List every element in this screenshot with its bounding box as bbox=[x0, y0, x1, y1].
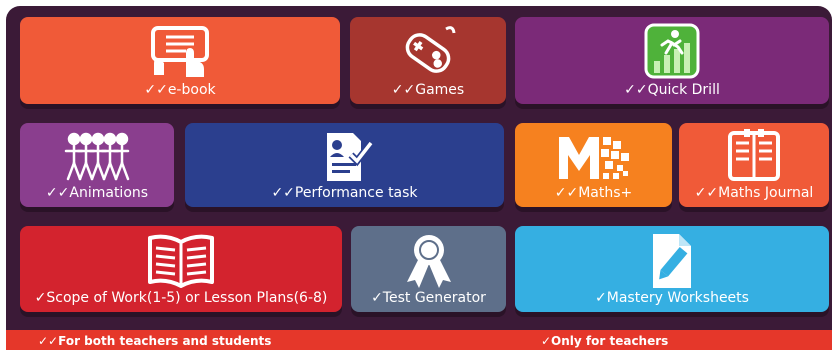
stick-figures-icon bbox=[20, 129, 174, 185]
tile-games[interactable]: ✓✓Games bbox=[350, 17, 506, 104]
tile-maths-journal[interactable]: ✓✓Maths Journal bbox=[679, 123, 829, 207]
tile-scope-of-work[interactable]: ✓Scope of Work(1-5) or Lesson Plans(6-8) bbox=[20, 226, 342, 312]
tile-quick-drill-label: ✓✓Quick Drill bbox=[624, 82, 720, 98]
tile-maths-plus-label: ✓✓Maths+ bbox=[554, 185, 633, 201]
tile-animations[interactable]: ✓✓Animations bbox=[20, 123, 174, 207]
tile-ebook[interactable]: ✓✓e-book bbox=[20, 17, 340, 104]
tile-test-generator[interactable]: ✓Test Generator bbox=[351, 226, 506, 312]
runner-chart-icon bbox=[515, 23, 829, 79]
tile-scope-of-work-label: ✓Scope of Work(1-5) or Lesson Plans(6-8) bbox=[34, 290, 328, 306]
tile-mastery-worksheets[interactable]: ✓Mastery Worksheets bbox=[515, 226, 829, 312]
tile-maths-plus[interactable]: ✓✓Maths+ bbox=[515, 123, 672, 207]
ribbon-award-icon bbox=[351, 232, 506, 290]
tile-quick-drill[interactable]: ✓✓Quick Drill bbox=[515, 17, 829, 104]
tablet-touch-icon bbox=[20, 23, 340, 79]
tile-maths-journal-label: ✓✓Maths Journal bbox=[694, 185, 814, 201]
tile-test-generator-label: ✓Test Generator bbox=[371, 290, 486, 306]
resume-check-icon bbox=[185, 129, 504, 185]
tile-animations-label: ✓✓Animations bbox=[45, 185, 149, 201]
legend-both-teachers-students: ✓✓For both teachers and students bbox=[38, 334, 272, 348]
tile-mastery-worksheets-label: ✓Mastery Worksheets bbox=[595, 290, 749, 306]
tile-performance-task[interactable]: ✓✓Performance task bbox=[185, 123, 504, 207]
maths-plus-logo-icon bbox=[515, 129, 672, 187]
tile-performance-task-label: ✓✓Performance task bbox=[271, 185, 418, 201]
gamepad-icon bbox=[350, 23, 506, 79]
tile-ebook-label: ✓✓e-book bbox=[144, 82, 216, 98]
worksheet-pencil-icon bbox=[515, 232, 829, 290]
open-book-icon bbox=[20, 232, 342, 290]
legend-bar: ✓✓For both teachers and students ✓Only f… bbox=[6, 330, 832, 350]
legend-only-teachers: ✓Only for teachers bbox=[541, 334, 669, 348]
tile-games-label: ✓✓Games bbox=[391, 82, 465, 98]
journal-icon bbox=[679, 129, 829, 185]
features-panel: ✓✓e-book ✓✓Games ✓✓Quick Drill ✓✓Animati… bbox=[6, 6, 832, 350]
